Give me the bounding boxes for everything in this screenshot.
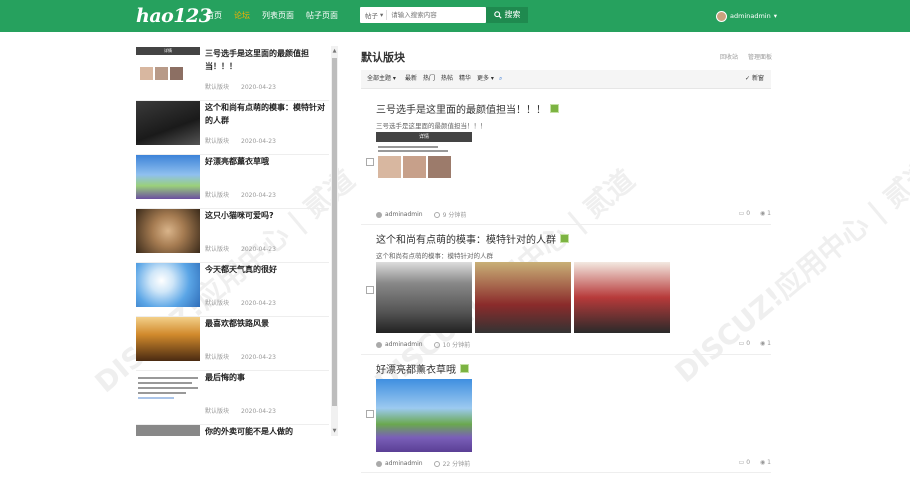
thread-author[interactable]: adminadmin	[385, 341, 423, 348]
thread-image[interactable]	[376, 379, 472, 452]
thread-title[interactable]: 最喜欢都铁路风景	[205, 317, 329, 330]
filter-latest[interactable]: 最新	[405, 70, 417, 88]
image-attachment-icon	[460, 364, 469, 373]
list-item[interactable]: 好漂亮都薰衣草哦 默认版块 2020-04-23	[136, 154, 329, 209]
thumbnail	[136, 371, 200, 415]
list-scrollbar[interactable]: ▲ ▼	[331, 46, 338, 436]
recent-threads-list: 详情 三号选手是这里面的最颜值担当！！！ 默认版块 2020-04-23 这个和尚…	[136, 46, 329, 436]
thread-title[interactable]: 三号选手是这里面的最颜值担当！！！	[376, 101, 546, 116]
thread-title[interactable]: 你的外卖可能不是人做的	[205, 425, 329, 436]
clock-icon	[433, 211, 440, 218]
thread-item: 好漂亮都薰衣草哦 adminadmin 22 分钟前 ▭ 0 ◉ 1	[361, 356, 771, 473]
thread-title[interactable]: 这个和尚有点萌的模事：模特针对的人群	[205, 101, 329, 127]
search-scope-select[interactable]: 帖子 ▾	[360, 10, 386, 20]
thread-title[interactable]: 最后悔的事	[205, 371, 329, 384]
list-item[interactable]: 最喜欢都铁路风景 默认版块 2020-04-23	[136, 316, 329, 371]
user-icon	[376, 460, 382, 467]
user-icon	[376, 341, 382, 348]
search-button[interactable]: 搜索	[486, 7, 528, 23]
thread-image[interactable]	[475, 262, 571, 333]
new-window-toggle[interactable]: ✓ 新窗	[745, 70, 764, 88]
scroll-down-arrow[interactable]: ▼	[331, 426, 338, 436]
list-item[interactable]: 这只小猫咪可爱吗? 默认版块 2020-04-23	[136, 208, 329, 263]
clock-icon	[433, 341, 440, 348]
filter-hot[interactable]: 热门	[423, 70, 435, 88]
filter-more[interactable]: 更多 ▾	[477, 70, 494, 88]
thread-image[interactable]	[376, 262, 472, 333]
thumbnail	[136, 263, 200, 307]
recycle-bin-link[interactable]: 回收站	[720, 54, 738, 61]
image-attachment-icon	[560, 234, 569, 243]
search-input[interactable]	[387, 10, 478, 20]
thumbnail	[136, 101, 200, 145]
site-logo[interactable]: hao123	[136, 4, 212, 28]
nav-home[interactable]: 首页	[206, 0, 222, 32]
scroll-thumb[interactable]	[332, 58, 337, 406]
board-title: 默认版块	[361, 51, 405, 64]
thread-checkbox[interactable]	[366, 286, 374, 294]
filter-hot-threads[interactable]: 热帖	[441, 70, 453, 88]
top-navbar: hao123 首页 论坛 列表页面 帖子页面 帖子 ▾ 搜索 adminadmi…	[0, 0, 910, 32]
thread-excerpt: 这个和尚有点萌的模事：模特针对的人群	[376, 252, 493, 260]
thread-title[interactable]: 这只小猫咪可爱吗?	[205, 209, 329, 222]
user-icon	[376, 211, 382, 218]
thread-filter-bar: 全部主题 ▾ 最新 热门 热帖 精华 更多 ▾ ⌕ ✓ 新窗	[361, 70, 771, 89]
chevron-down-icon: ▾	[773, 12, 777, 20]
search-icon	[493, 11, 502, 19]
thread-excerpt: 三号选手是这里面的最颜值担当！！！	[376, 122, 487, 130]
nav-forum[interactable]: 论坛	[234, 0, 250, 32]
scroll-up-arrow[interactable]: ▲	[331, 46, 338, 56]
thread-title[interactable]: 这个和尚有点萌的模事：模特针对的人群	[376, 231, 556, 246]
thread-checkbox[interactable]	[366, 410, 374, 418]
list-item[interactable]: 你的外卖可能不是人做的	[136, 424, 329, 436]
thread-author[interactable]: adminadmin	[385, 211, 423, 218]
avatar	[716, 10, 727, 22]
list-item[interactable]: 这个和尚有点萌的模事：模特针对的人群 默认版块 2020-04-23	[136, 100, 329, 155]
reply-count: ▭ 0	[738, 340, 751, 347]
list-item[interactable]: 详情 三号选手是这里面的最颜值担当！！！ 默认版块 2020-04-23	[136, 46, 329, 101]
chevron-down-icon: ▾	[380, 11, 384, 19]
reply-count: ▭ 0	[738, 210, 751, 217]
thread-title[interactable]: 好漂亮都薰衣草哦	[205, 155, 329, 168]
thumbnail	[136, 209, 200, 253]
list-item[interactable]: 最后悔的事 默认版块 2020-04-23	[136, 370, 329, 425]
main-nav: 首页 论坛 列表页面 帖子页面	[206, 0, 350, 32]
clock-icon	[433, 460, 440, 467]
image-attachment-icon	[550, 104, 559, 113]
thread-item: 三号选手是这里面的最颜值担当！！！ 三号选手是这里面的最颜值担当！！！ 详情 a…	[361, 96, 771, 225]
thumbnail	[136, 317, 200, 361]
reply-count: ▭ 0	[738, 459, 751, 466]
search-icon[interactable]: ⌕	[499, 70, 502, 88]
nav-post-page[interactable]: 帖子页面	[306, 0, 338, 32]
manage-panel-link[interactable]: 管理面板	[748, 54, 772, 61]
filter-digest[interactable]: 精华	[459, 70, 471, 88]
thread-title[interactable]: 好漂亮都薰衣草哦	[376, 361, 456, 376]
filter-all-threads[interactable]: 全部主题 ▾	[367, 70, 396, 88]
thumbnail	[136, 155, 200, 199]
thread-checkbox[interactable]	[366, 158, 374, 166]
list-item[interactable]: 今天都天气真的很好 默认版块 2020-04-23	[136, 262, 329, 317]
view-count: ◉ 1	[760, 340, 771, 347]
thread-image[interactable]: 详情	[376, 132, 472, 198]
user-menu[interactable]: adminadmin ▾	[716, 9, 777, 23]
nav-list-page[interactable]: 列表页面	[262, 0, 294, 32]
thread-title[interactable]: 三号选手是这里面的最颜值担当！！！	[205, 47, 329, 73]
thread-title[interactable]: 今天都天气真的很好	[205, 263, 329, 276]
thread-author[interactable]: adminadmin	[385, 460, 423, 467]
thread-item: 这个和尚有点萌的模事：模特针对的人群 这个和尚有点萌的模事：模特针对的人群 ad…	[361, 226, 771, 355]
thread-image[interactable]	[574, 262, 670, 333]
thumbnail: 详情	[136, 47, 200, 91]
view-count: ◉ 1	[760, 459, 771, 466]
view-count: ◉ 1	[760, 210, 771, 217]
search-box: 帖子 ▾	[360, 7, 486, 23]
thumbnail	[136, 425, 200, 436]
